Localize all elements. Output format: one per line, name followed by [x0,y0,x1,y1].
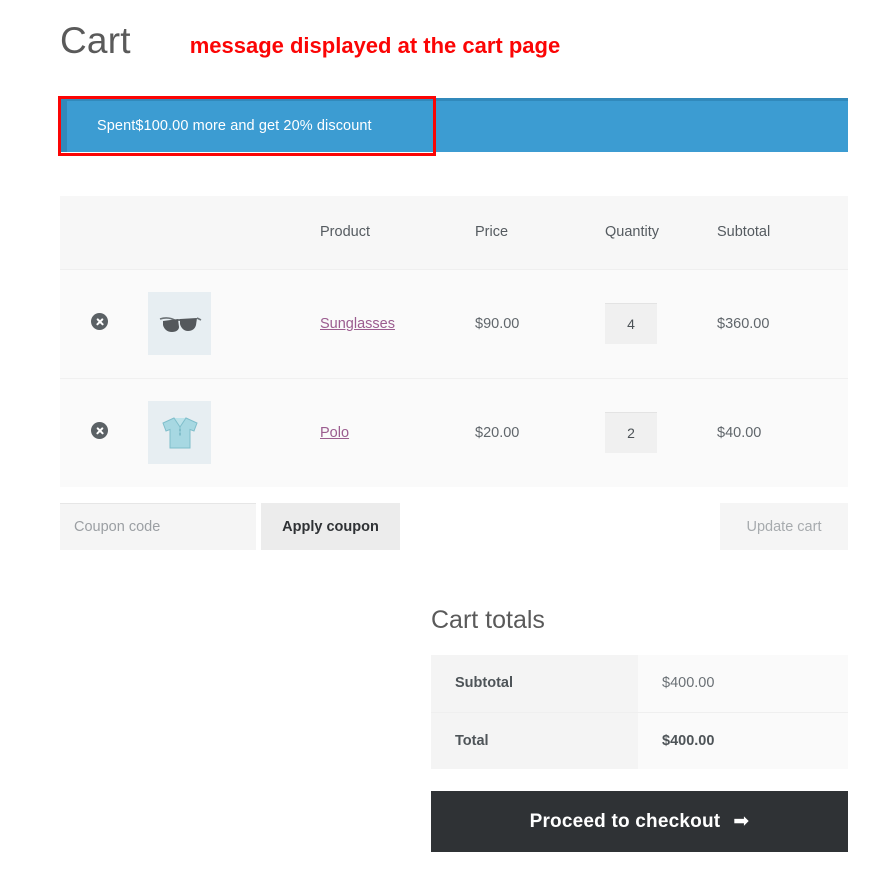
page-title: Cart [60,20,131,61]
arrow-right-icon: ➡ [733,811,750,832]
apply-coupon-button[interactable]: Apply coupon [261,503,400,550]
proceed-to-checkout-button[interactable]: Proceed to checkout ➡ [431,791,848,852]
remove-item-icon[interactable] [91,422,108,440]
remove-item-icon[interactable] [91,313,108,330]
polo-thumbnail[interactable] [148,401,211,465]
header-product: Product [320,196,475,269]
product-price: $90.00 [475,268,605,378]
total-value: $400.00 [638,711,848,769]
cart-items-table: Product Price Quantity Subtotal Sunglass… [60,196,848,487]
thumbnail-cell [148,377,320,487]
sunglasses-icon [159,316,201,332]
cart-totals-body: Subtotal $400.00 Total $400.00 [431,655,848,769]
quantity-cell: 4 [605,268,717,378]
product-subtotal: $360.00 [717,268,848,378]
subtotal-label: Subtotal [431,655,638,712]
coupon-code-input[interactable] [60,503,256,550]
quantity-cell: 2 [605,377,717,487]
table-row: Polo $20.00 2 $40.00 [60,377,848,487]
total-label: Total [431,711,638,769]
remove-cell [60,377,148,487]
cart-table-head: Product Price Quantity Subtotal [60,196,848,269]
header-subtotal: Subtotal [717,196,848,269]
table-row: Sunglasses $90.00 4 $360.00 [60,268,848,378]
cart-notice-container: Spent$100.00 more and get 20% discount [60,98,848,152]
quantity-stepper[interactable]: 4 [605,303,657,344]
product-subtotal: $40.00 [717,377,848,487]
product-link-polo[interactable]: Polo [320,425,349,441]
page-header: Cart message displayed at the cart page [60,22,560,59]
discount-notice: Spent$100.00 more and get 20% discount [60,98,848,152]
sunglasses-thumbnail[interactable] [148,292,211,355]
cart-page: Cart message displayed at the cart page … [0,0,884,872]
header-remove [60,196,148,269]
checkout-label: Proceed to checkout [529,811,721,832]
totals-row-total: Total $400.00 [431,711,848,769]
product-price: $20.00 [475,377,605,487]
header-quantity: Quantity [605,196,717,269]
update-cart-button[interactable]: Update cart [720,503,848,550]
product-link-sunglasses[interactable]: Sunglasses [320,316,395,332]
header-thumbnail [148,196,320,269]
product-name-cell: Polo [320,377,475,487]
cart-totals-table: Subtotal $400.00 Total $400.00 [431,655,848,769]
remove-cell [60,268,148,378]
totals-row-subtotal: Subtotal $400.00 [431,655,848,712]
discount-notice-text: Spent$100.00 more and get 20% discount [97,118,372,135]
cart-table-header-row: Product Price Quantity Subtotal [60,196,848,269]
subtotal-value: $400.00 [638,655,848,712]
product-name-cell: Sunglasses [320,268,475,378]
annotation-label: message displayed at the cart page [189,33,561,58]
cart-table-body: Sunglasses $90.00 4 $360.00 Polo $20.00 … [60,268,848,487]
header-price: Price [475,196,605,269]
polo-shirt-icon [161,417,198,449]
cart-totals-heading: Cart totals [431,606,545,634]
quantity-stepper[interactable]: 2 [605,412,657,454]
cart-actions: Apply coupon Update cart [60,503,848,550]
thumbnail-cell [148,268,320,378]
